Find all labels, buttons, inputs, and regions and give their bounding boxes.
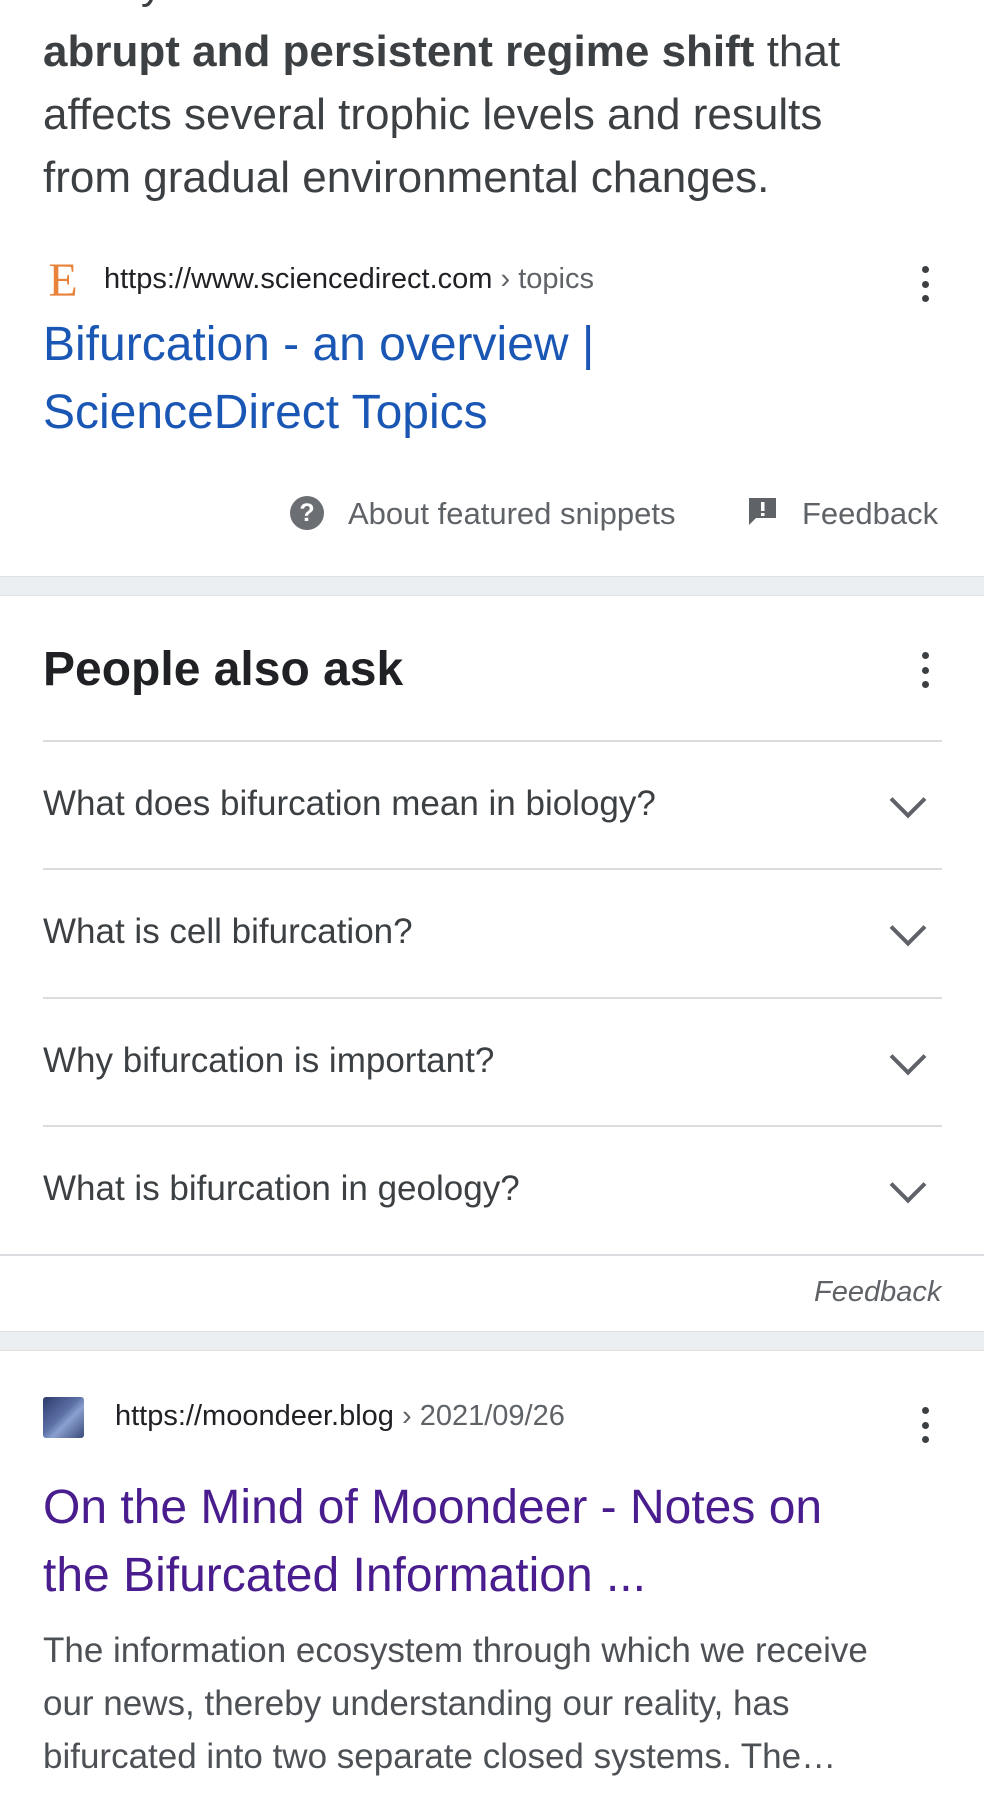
chevron-down-icon bbox=[889, 909, 927, 947]
chevron-down-icon bbox=[889, 781, 927, 819]
moondeer-favicon bbox=[43, 1397, 84, 1438]
snippet-line-2: affects several trophic levels and resul… bbox=[43, 90, 823, 139]
paa-question-3[interactable]: Why bifurcation is important? bbox=[43, 999, 942, 1125]
paa-heading: People also ask bbox=[43, 643, 404, 696]
help-circle-icon: ? bbox=[290, 496, 324, 530]
result1-title-link[interactable]: Bifurcation - an overview | ScienceDirec… bbox=[43, 311, 594, 447]
snippet-bold: abrupt and persistent regime shift bbox=[43, 27, 755, 76]
paa-bottom-divider bbox=[0, 1254, 984, 1256]
result1-url: https://www.sciencedirect.com bbox=[104, 263, 493, 295]
result1-breadcrumb: › topics bbox=[492, 263, 594, 295]
featured-snippet-text: Ecosystem bifurcation is defined as an a… bbox=[43, 0, 943, 209]
snippet-line-3: from gradual environmental changes. bbox=[43, 153, 770, 202]
chevron-down-icon bbox=[889, 1038, 927, 1076]
paa-question-4[interactable]: What is bifurcation in geology? bbox=[43, 1127, 942, 1253]
result2-title-link[interactable]: On the Mind of Moondeer - Notes on the B… bbox=[43, 1474, 822, 1610]
snippet-line-cut: Ecosystem bifurcation is defined as an bbox=[43, 0, 943, 12]
paa-feedback-link[interactable]: Feedback bbox=[814, 1276, 941, 1309]
paa-question-1[interactable]: What does bifurcation mean in biology? bbox=[43, 742, 942, 868]
section-separator bbox=[0, 576, 984, 596]
snippet-feedback-link[interactable]: Feedback bbox=[802, 494, 938, 534]
result2-description: The information ecosystem through which … bbox=[43, 1631, 868, 1776]
snippet-line-1: abrupt and persistent regime shift that bbox=[43, 27, 841, 76]
section-separator bbox=[0, 1331, 984, 1351]
chevron-down-icon bbox=[889, 1166, 927, 1204]
result2-more-icon[interactable] bbox=[910, 1403, 940, 1447]
result2-breadcrumb: › 2021/09/26 bbox=[393, 1400, 565, 1432]
paa-more-icon[interactable] bbox=[910, 648, 940, 692]
result2-cite[interactable]: https://moondeer.blog › 2021/09/26 bbox=[115, 1398, 565, 1434]
result1-cite[interactable]: https://www.sciencedirect.com › topics bbox=[104, 261, 594, 297]
result2-url: https://moondeer.blog bbox=[115, 1400, 394, 1432]
result1-more-icon[interactable] bbox=[910, 262, 940, 306]
feedback-icon bbox=[747, 496, 778, 526]
sciencedirect-favicon: E bbox=[48, 254, 78, 307]
paa-question-2[interactable]: What is cell bifurcation? bbox=[43, 870, 942, 996]
about-featured-snippets-link[interactable]: About featured snippets bbox=[348, 494, 675, 534]
